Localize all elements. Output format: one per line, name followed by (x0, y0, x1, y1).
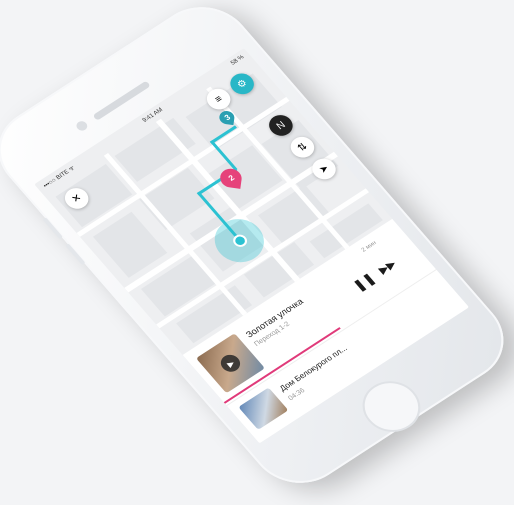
volume-up-button (42, 217, 64, 240)
close-icon: ✕ (69, 191, 84, 205)
route-icon: ⇅ (295, 140, 310, 154)
pause-icon: ❚❚ (350, 270, 379, 294)
phone-device: •••○○ BITE ᯤ 9:41 AM 58 % 2 3 ✕ ≡ ⚙ N ⇅ … (0, 0, 514, 500)
mockup-stage: •••○○ BITE ᯤ 9:41 AM 58 % 2 3 ✕ ≡ ⚙ N ⇅ … (0, 0, 514, 500)
compass-icon: N (274, 119, 288, 132)
home-button (350, 371, 432, 442)
fast-forward-icon: ▶▶ (376, 257, 399, 277)
pause-button[interactable]: ❚❚ (350, 270, 379, 294)
pin-label: 2 (226, 173, 236, 183)
list-icon: ≡ (212, 93, 225, 105)
front-camera (74, 119, 90, 133)
navigation-arrow-icon: ➤ (316, 162, 332, 176)
duration-label: 2 мин (360, 240, 378, 254)
next-track-title: Дом Белокурого пл... (277, 343, 350, 393)
battery-label: 58 % (230, 54, 246, 67)
next-track-time: 04:36 (287, 387, 307, 403)
play-icon: ▶ (224, 358, 237, 369)
volume-down-button (64, 243, 86, 266)
pin-label: 3 (222, 112, 232, 123)
gear-icon: ⚙ (234, 77, 250, 91)
fast-forward-button[interactable]: ▶▶ (376, 257, 399, 276)
